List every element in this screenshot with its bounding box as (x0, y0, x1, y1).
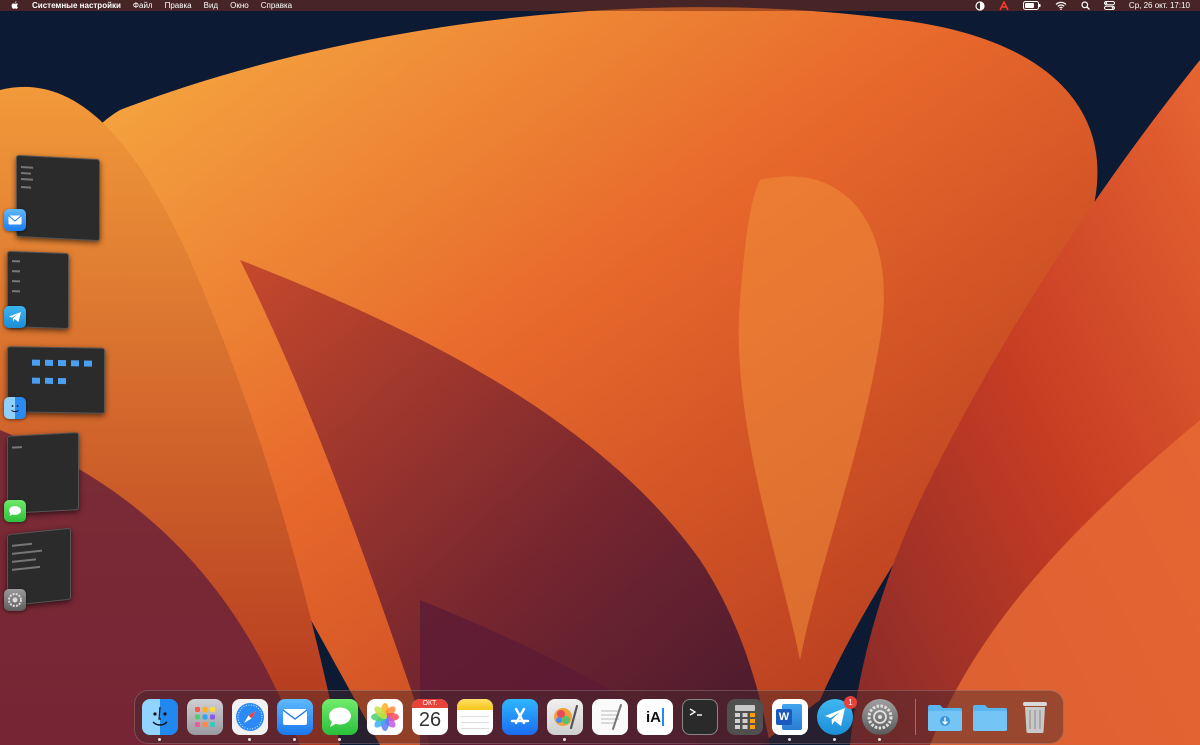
apple-menu-icon[interactable] (8, 1, 22, 10)
dock-mail-icon[interactable] (277, 699, 313, 735)
word-letter: W (776, 709, 792, 725)
dock-launchpad-icon[interactable] (187, 699, 223, 735)
dock-downloads-folder-icon[interactable] (927, 699, 963, 735)
calendar-day: 26 (418, 709, 442, 731)
dock-running-indicator (833, 738, 836, 741)
control-center-icon[interactable] (1103, 1, 1115, 10)
dock-app-store-icon[interactable] (502, 699, 538, 735)
dock-system-settings-icon[interactable] (862, 699, 898, 735)
menu-file[interactable]: Файл (133, 0, 153, 11)
mail-window-thumbnail[interactable] (16, 154, 100, 242)
stage-manager-group-system-settings[interactable] (2, 525, 102, 617)
dock-calculator-icon[interactable] (727, 699, 763, 735)
telegram-icon (4, 306, 26, 328)
calendar-month: ОКТ. (412, 699, 448, 708)
menu-app-name[interactable]: Системные настройки (32, 0, 121, 11)
dock-running-indicator (293, 738, 296, 741)
wifi-icon[interactable] (1055, 1, 1067, 10)
stage-manager-group-telegram[interactable] (2, 250, 102, 335)
dock-calendar-icon[interactable]: ОКТ. 26 (412, 699, 448, 735)
dock-finder-icon[interactable] (142, 699, 178, 735)
dock-running-indicator (338, 738, 341, 741)
dock-running-indicator (788, 738, 791, 741)
dock-terminal-icon[interactable] (682, 699, 718, 735)
ia-writer-label: iA (646, 708, 661, 726)
dock-running-indicator (158, 738, 161, 741)
dock-messages-icon[interactable] (322, 699, 358, 735)
dock-separator (915, 699, 916, 735)
stage-manager-group-finder[interactable] (2, 345, 106, 425)
dock-notes-icon[interactable] (457, 699, 493, 735)
stage-manager-group-messages[interactable] (2, 430, 102, 522)
dock-pixelmator-icon[interactable] (547, 699, 583, 735)
dock-textedit-icon[interactable] (592, 699, 628, 735)
menu-help[interactable]: Справка (261, 0, 292, 11)
dock-telegram-icon[interactable]: 1 (817, 696, 857, 735)
menu-view[interactable]: Вид (204, 0, 218, 11)
system-settings-icon (4, 589, 26, 611)
messages-icon (4, 500, 26, 522)
menu-clock[interactable]: Ср, 26 окт. 17:10 (1129, 0, 1190, 11)
dock-running-indicator (878, 738, 881, 741)
telegram-unread-badge: 1 (844, 696, 857, 709)
dock: ОКТ. 26 iA W 1 (134, 690, 1064, 744)
dock-safari-icon[interactable] (232, 699, 268, 735)
dock-running-indicator (563, 738, 566, 741)
dock-word-icon[interactable]: W (772, 699, 808, 735)
dock-running-indicator (248, 738, 251, 741)
acrobat-icon[interactable] (999, 0, 1009, 11)
menu-edit[interactable]: Правка (165, 0, 192, 11)
menu-window[interactable]: Окно (230, 0, 249, 11)
dock-folder-icon[interactable] (972, 699, 1008, 735)
desktop-wallpaper (0, 0, 1200, 745)
spotlight-search-icon[interactable] (1081, 1, 1090, 10)
focus-icon[interactable] (975, 0, 985, 11)
battery-icon[interactable] (1022, 1, 1041, 10)
dock-trash-icon[interactable] (1017, 699, 1053, 735)
finder-icon (4, 397, 26, 419)
stage-manager-group-mail[interactable] (4, 154, 104, 245)
status-area: Ср, 26 окт. 17:10 (961, 0, 1190, 11)
menu-bar: Системные настройки Файл Правка Вид Окно… (0, 0, 1200, 11)
dock-photos-icon[interactable] (367, 699, 403, 735)
mail-icon (4, 209, 26, 231)
dock-ia-writer-icon[interactable]: iA (637, 699, 673, 735)
